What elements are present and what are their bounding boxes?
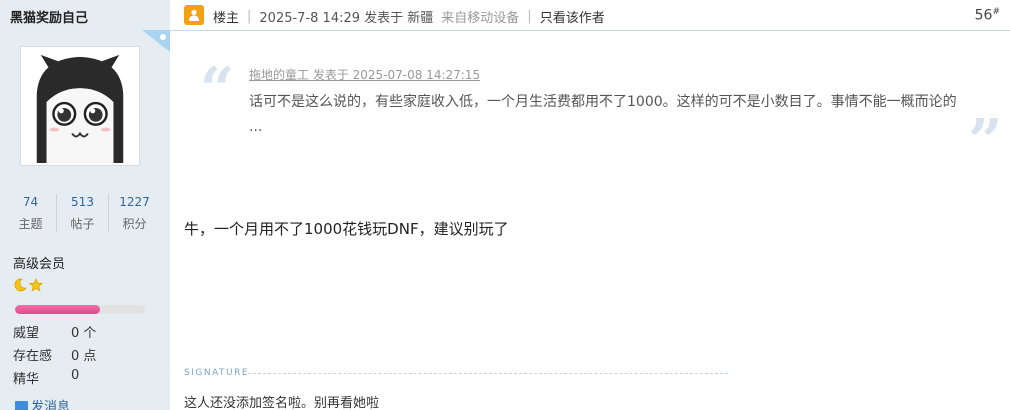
avatar-image — [23, 49, 137, 163]
meta-prestige: 威望 0 个 — [13, 322, 96, 341]
stat-label: 主题 — [18, 217, 43, 231]
quote-header-link[interactable]: 拖地的童工 发表于 2025-07-08 14:27:15 — [249, 66, 480, 83]
close-quote-icon: ” — [968, 107, 1003, 177]
send-message-button[interactable]: 发消息 — [15, 396, 70, 410]
meta-value: 0 个 — [71, 326, 97, 341]
online-status-icon — [142, 30, 170, 52]
stat-value: 513 — [71, 195, 94, 209]
floor-number[interactable]: 56# — [975, 7, 1000, 24]
envelope-icon — [15, 400, 28, 410]
meta-presence: 存在感 0 点 — [13, 345, 96, 364]
meta-value: 0 — [71, 368, 80, 383]
moon-icon — [14, 278, 27, 292]
exp-progress-bar — [15, 305, 145, 314]
meta-digest: 精华 0 — [13, 368, 79, 387]
floor-label: 楼主 — [213, 11, 240, 26]
exp-progress-fill — [15, 305, 100, 314]
floor-number-sup: # — [992, 7, 1000, 17]
stat-credits[interactable]: 1227 积分 — [109, 194, 160, 232]
post-header: 楼主 | 2025-7-8 14:29 发表于 新疆 来自移动设备 | 只看该作… — [170, 0, 1010, 31]
user-stats: 74 主题 513 帖子 1227 积分 — [5, 194, 160, 232]
star-icon — [29, 278, 43, 292]
send-message-label: 发消息 — [31, 400, 71, 410]
floor-number-value: 56 — [974, 7, 993, 24]
meta-label: 精华 — [13, 372, 40, 387]
meta-label: 威望 — [13, 326, 40, 341]
meta-label: 存在感 — [13, 349, 53, 364]
meta-value: 0 点 — [71, 349, 97, 364]
stat-value: 1227 — [119, 195, 150, 209]
post-content: 牛，一个月用不了1000花钱玩DNF，建议别玩了 — [184, 220, 509, 238]
quote-body: 话可不是这么说的，有些家庭收入低，一个月生活费都用不了1000。这样的可不是小数… — [249, 94, 957, 135]
stat-threads[interactable]: 74 主题 — [5, 194, 57, 232]
divider: | — [527, 9, 532, 24]
divider: | — [247, 9, 252, 24]
signature-text: 这人还没添加签名啦。别再看她啦 — [184, 396, 380, 410]
stat-posts[interactable]: 513 帖子 — [57, 194, 109, 232]
thread-starter-icon — [184, 5, 204, 25]
stat-label: 帖子 — [70, 217, 95, 231]
user-sidebar: 黑猫奖励自己 74 主题 513 帖子 1227 积分 高级会员 威望 0 个 … — [0, 0, 170, 410]
signature-label: SIGNATURE — [184, 368, 250, 378]
avatar[interactable] — [20, 46, 140, 166]
posted-time: 2025-7-8 14:29 发表于 新疆 — [259, 11, 434, 26]
device-source: 来自移动设备 — [441, 11, 520, 26]
user-rank[interactable]: 高级会员 — [13, 253, 65, 272]
username[interactable]: 黑猫奖励自己 — [10, 7, 88, 26]
only-author-link[interactable]: 只看该作者 — [540, 7, 605, 26]
stat-label: 积分 — [122, 217, 147, 231]
rank-icons — [13, 277, 43, 293]
stat-value: 74 — [22, 195, 39, 209]
signature-divider — [248, 373, 728, 374]
open-quote-icon: “ — [200, 55, 235, 125]
